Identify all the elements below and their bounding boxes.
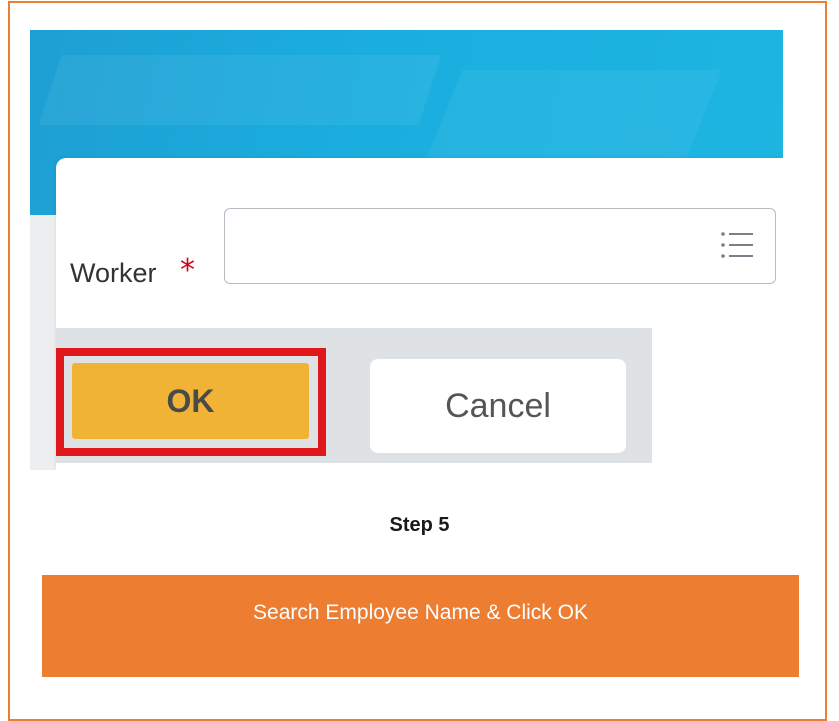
- instruction-text: Search Employee Name & Click OK: [253, 601, 588, 624]
- cancel-button[interactable]: Cancel: [370, 359, 626, 453]
- list-icon[interactable]: [717, 225, 757, 265]
- step-label: Step 5: [389, 514, 450, 536]
- worker-dialog: Worker * OK Cancel: [56, 158, 783, 470]
- header-decoration: [38, 55, 442, 125]
- dialog-button-bar: OK Cancel: [56, 328, 652, 463]
- worker-search-input[interactable]: [224, 208, 776, 284]
- required-indicator: *: [180, 253, 195, 288]
- instruction-banner: Search Employee Name & Click OK: [42, 575, 799, 677]
- background-strip: [30, 215, 56, 470]
- ok-button[interactable]: OK: [72, 363, 309, 439]
- app-screenshot: Worker * OK Cancel: [30, 30, 783, 470]
- worker-field-label: Worker: [70, 258, 157, 288]
